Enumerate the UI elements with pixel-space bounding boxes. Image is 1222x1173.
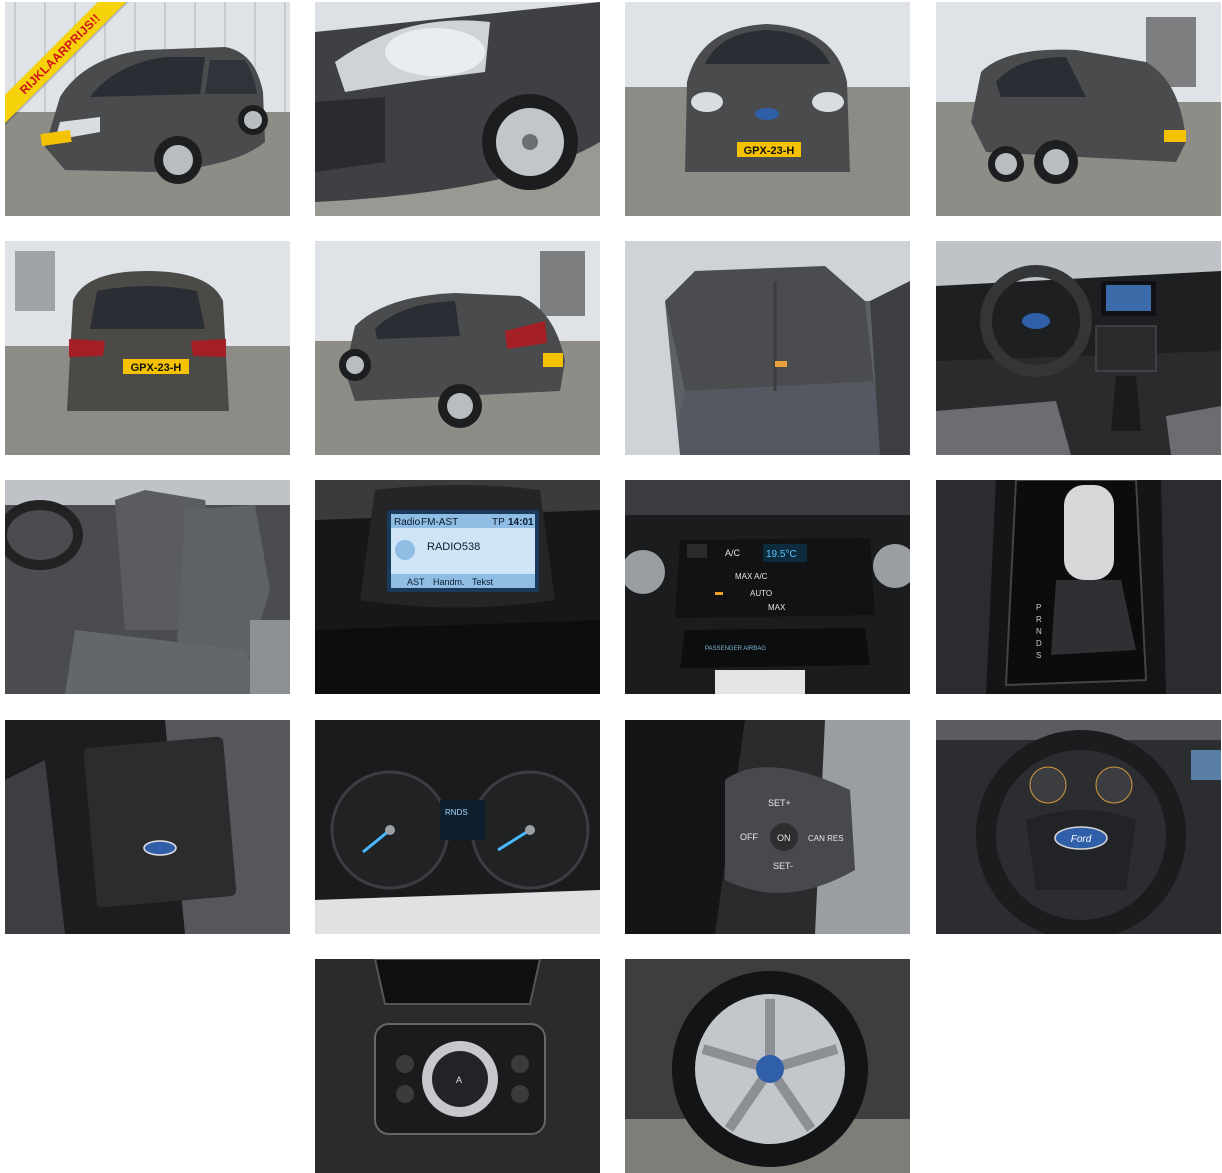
photo-front-right-exterior[interactable] <box>936 2 1221 216</box>
cruise-set-minus: SET- <box>773 861 793 871</box>
temperature-readout: 19.5°C <box>766 549 797 560</box>
climate-panel: A/C 19.5°C MAX A/C AUTO MAX PASSENGER AI… <box>625 480 910 694</box>
radio-source-label: Radio <box>394 517 421 528</box>
manual-wallet-image <box>5 720 290 934</box>
gear-r: R <box>1036 615 1042 624</box>
photo-steering-wheel[interactable]: Ford <box>936 720 1221 934</box>
ac-button-label: A/C <box>725 548 741 558</box>
photo-owners-manual[interactable] <box>5 720 290 934</box>
front-seats-image <box>5 480 290 694</box>
photo-climate-control[interactable]: A/C 19.5°C MAX A/C AUTO MAX PASSENGER AI… <box>625 480 910 694</box>
radio-softkey-tekst: Tekst <box>472 577 494 587</box>
photo-alloy-wheel[interactable] <box>625 959 910 1173</box>
photo-rear-right-exterior[interactable] <box>315 241 600 455</box>
photo-light-switch[interactable]: A <box>315 959 600 1173</box>
light-auto-label: A <box>456 1075 462 1085</box>
gear-selector-image: P R N D S <box>936 480 1221 694</box>
photo-front-view[interactable]: GPX-23-H <box>625 2 910 216</box>
rear-seats-image <box>625 241 910 455</box>
max-ac-label: MAX A/C <box>735 572 768 581</box>
photo-front-seats[interactable] <box>5 480 290 694</box>
alloy-wheel-image <box>625 959 910 1173</box>
dashboard-image <box>936 241 1221 455</box>
license-plate-text: GPX-23-H <box>744 145 795 157</box>
radio-station-name: RADIO538 <box>427 541 480 553</box>
steering-wheel-image: Ford <box>936 720 1221 934</box>
auto-label: AUTO <box>750 589 772 598</box>
radio-display: Radio FM-AST TP 14:01 RADIO538 AST Handm… <box>315 480 600 694</box>
ford-logo-text: Ford <box>1071 834 1092 845</box>
photo-gallery: RIJKLAARPRIJS!! GPX-23-H GPX-23-H Radio … <box>0 0 1222 1173</box>
photo-dashboard[interactable] <box>936 241 1221 455</box>
photo-instrument-cluster[interactable]: RNDS <box>315 720 600 934</box>
photo-rear-view[interactable]: GPX-23-H <box>5 241 290 455</box>
cruise-control-image: SET+ OFF ON CAN RES SET- <box>625 720 910 934</box>
instrument-cluster-image: RNDS <box>315 720 600 934</box>
gear-s: S <box>1036 651 1041 660</box>
car-front-image: GPX-23-H <box>625 2 910 216</box>
radio-softkey-handm: Handm. <box>433 577 465 587</box>
photo-cruise-control[interactable]: SET+ OFF ON CAN RES SET- <box>625 720 910 934</box>
photo-rear-seats[interactable] <box>625 241 910 455</box>
photo-headlight-closeup[interactable] <box>315 2 600 216</box>
passenger-airbag-label: PASSENGER AIRBAG <box>705 646 766 652</box>
max-defrost-label: MAX <box>768 603 786 612</box>
photo-front-left-exterior[interactable]: RIJKLAARPRIJS!! <box>5 2 290 216</box>
light-switch-image: A <box>315 959 600 1173</box>
photo-gear-selector[interactable]: P R N D S <box>936 480 1221 694</box>
radio-softkey-ast: AST <box>407 577 425 587</box>
car-front-left-image <box>5 2 290 216</box>
cruise-set-plus: SET+ <box>768 798 791 808</box>
gear-n: N <box>1036 627 1042 636</box>
car-rear-image: GPX-23-H <box>5 241 290 455</box>
radio-tp-label: TP <box>492 517 505 528</box>
photo-infotainment-screen[interactable]: Radio FM-AST TP 14:01 RADIO538 AST Handm… <box>315 480 600 694</box>
gear-p: P <box>1036 603 1041 612</box>
cruise-off: OFF <box>740 832 758 842</box>
car-rear-right-image <box>315 241 600 455</box>
cruise-can-res: CAN RES <box>808 834 844 843</box>
radio-band-label: FM-AST <box>421 517 458 528</box>
cruise-on: ON <box>777 833 791 843</box>
headlight-image <box>315 2 600 216</box>
rear-license-plate-text: GPX-23-H <box>131 362 182 374</box>
cluster-gear-indicator: RNDS <box>445 808 468 817</box>
radio-clock: 14:01 <box>508 517 534 528</box>
car-front-right-image <box>936 2 1221 216</box>
gear-d: D <box>1036 639 1042 648</box>
